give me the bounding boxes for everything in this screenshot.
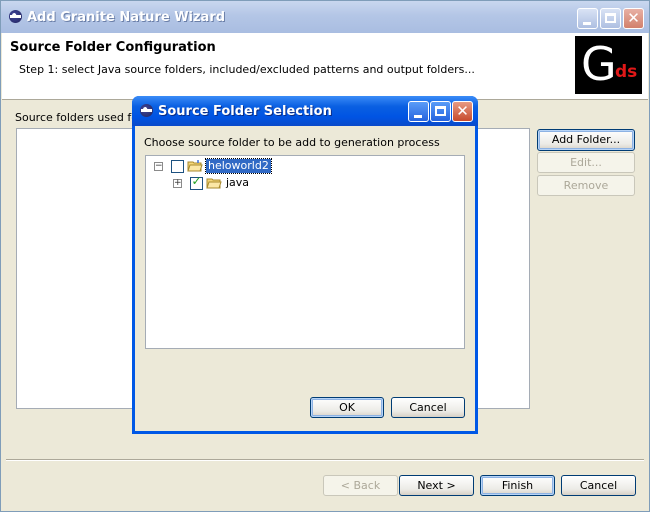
page-title: Source Folder Configuration: [10, 40, 216, 55]
source-folder-dialog: Source Folder Selection ✕ Choose source …: [132, 96, 478, 434]
checkbox-java[interactable]: ✓: [190, 174, 203, 190]
dialog-minimize-button[interactable]: [408, 101, 429, 122]
dialog-title: Source Folder Selection: [158, 104, 332, 119]
edit-button[interactable]: Edit...: [537, 152, 635, 173]
dialog-close-button[interactable]: ✕: [452, 101, 473, 122]
wizard-titlebar[interactable]: Add Granite Nature Wizard ✕: [1, 1, 649, 33]
window-title: Add Granite Nature Wizard: [27, 10, 226, 25]
dialog-titlebar[interactable]: Source Folder Selection ✕: [132, 96, 478, 126]
collapse-icon[interactable]: −: [154, 162, 163, 171]
dialog-maximize-button[interactable]: [430, 101, 451, 122]
tree-item-heloworld2[interactable]: − heloworld2: [146, 158, 464, 175]
source-folder-tree[interactable]: − heloworld2 + ✓ java: [145, 155, 465, 349]
maximize-icon: [435, 106, 446, 116]
close-icon: ✕: [456, 102, 469, 120]
dialog-body: Choose source folder to be add to genera…: [135, 126, 475, 431]
cancel-button[interactable]: Cancel: [561, 475, 636, 496]
expand-icon[interactable]: +: [173, 179, 182, 188]
logo-letter: G: [581, 37, 617, 91]
logo-subtext: ds: [615, 62, 638, 82]
close-icon: ✕: [627, 9, 640, 27]
next-button[interactable]: Next >: [399, 475, 474, 496]
tree-item-java[interactable]: + ✓ java: [146, 175, 464, 192]
footer-separator: [6, 459, 644, 461]
close-button[interactable]: ✕: [623, 8, 644, 29]
minimize-icon: [583, 22, 591, 25]
maximize-button[interactable]: [600, 8, 621, 29]
wizard-header: Source Folder Configuration Step 1: sele…: [2, 33, 648, 100]
add-folder-button[interactable]: Add Folder...: [537, 129, 635, 151]
granite-logo: G ds: [575, 36, 642, 94]
eclipse-icon: [9, 10, 22, 23]
folder-icon: [206, 178, 222, 189]
check-icon: ✓: [191, 174, 202, 188]
ok-button[interactable]: OK: [310, 397, 384, 418]
page-description: Step 1: select Java source folders, incl…: [19, 63, 475, 76]
minimize-icon: [414, 115, 422, 118]
back-button[interactable]: < Back: [323, 475, 398, 496]
maximize-icon: [605, 13, 616, 23]
checkbox-heloworld2[interactable]: [171, 160, 184, 173]
minimize-button[interactable]: [577, 8, 598, 29]
project-folder-icon: [187, 160, 203, 172]
eclipse-icon: [140, 104, 153, 117]
tree-label-java[interactable]: java: [226, 176, 249, 190]
tree-label-heloworld2[interactable]: heloworld2: [205, 158, 272, 174]
finish-button[interactable]: Finish: [480, 475, 555, 496]
dialog-instruction: Choose source folder to be add to genera…: [144, 136, 440, 149]
remove-button[interactable]: Remove: [537, 175, 635, 196]
dialog-cancel-button[interactable]: Cancel: [391, 397, 465, 418]
